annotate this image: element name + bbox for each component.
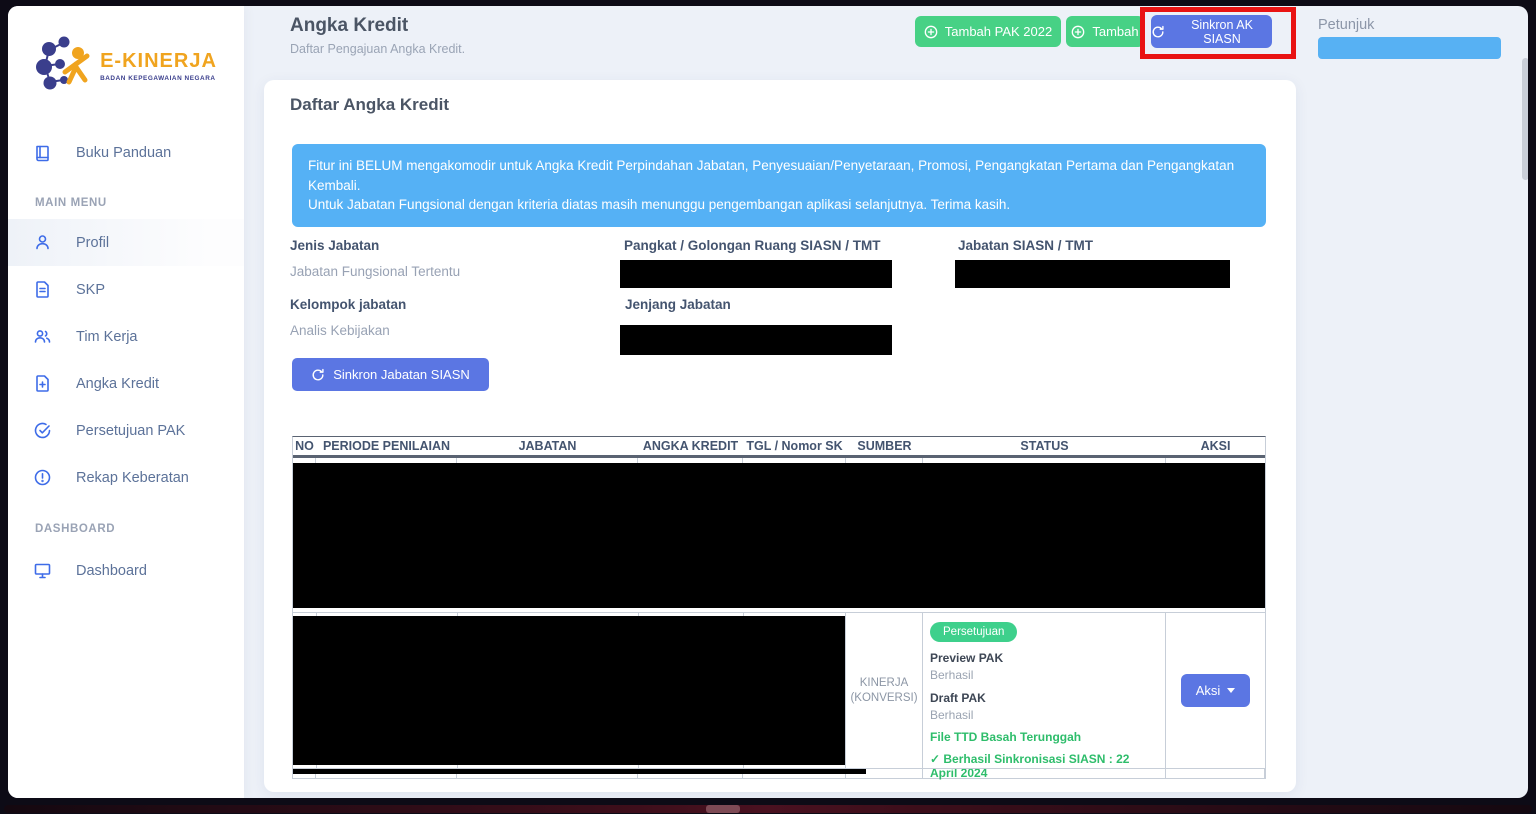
kelompok-jabatan-value: Analis Kebijakan	[290, 323, 390, 338]
card-title: Daftar Angka Kredit	[290, 95, 449, 115]
window-frame-notch	[706, 805, 740, 813]
document-icon	[33, 280, 52, 299]
sidebar-item-label: Angka Kredit	[76, 376, 159, 392]
column-header-tgl-nomor-sk: TGL / Nomor SK	[743, 439, 846, 453]
main-content-card: Daftar Angka Kredit Fitur ini BELUM meng…	[264, 80, 1296, 792]
scrollbar-thumb[interactable]	[1522, 58, 1528, 180]
sidebar-item-label: Rekap Keberatan	[76, 470, 189, 486]
sidebar-item-buku-panduan[interactable]: Buku Panduan	[8, 133, 244, 173]
table-row: KINERJA (KONVERSI) Persetujuan Preview P…	[293, 612, 1265, 768]
logo-subtitle: BADAN KEPEGAWAIAN NEGARA	[100, 75, 217, 82]
column-header-jabatan: JABATAN	[457, 439, 638, 453]
sumber-cell: KINERJA (KONVERSI)	[846, 613, 923, 768]
chevron-down-icon	[1227, 688, 1235, 693]
column-header-no: NO	[293, 439, 316, 453]
column-header-angka-kredit: ANGKA KREDIT	[638, 439, 743, 453]
sidebar-item-label: Persetujuan PAK	[76, 423, 185, 439]
page-subtitle: Daftar Pengajuan Angka Kredit.	[290, 42, 465, 56]
app-logo: E-KINERJA BADAN KEPEGAWAIAN NEGARA	[8, 6, 244, 126]
column-header-periode: PERIODE PENILAIAN	[316, 439, 457, 453]
sidebar-item-dashboard[interactable]: Dashboard	[8, 547, 244, 594]
aksi-cell: Aksi	[1166, 613, 1265, 768]
sidebar-section-main-menu: MAIN MENU	[8, 197, 244, 209]
preview-pak-label: Preview PAK	[930, 651, 1158, 665]
logo-title: E-KINERJA	[100, 50, 217, 73]
table-grid-lines	[293, 458, 1265, 463]
preview-pak-value: Berhasil	[930, 668, 1158, 682]
sidebar-item-label: Buku Panduan	[76, 145, 171, 161]
redacted-pangkat-value	[620, 260, 892, 288]
jenis-jabatan-value: Jabatan Fungsional Tertentu	[290, 264, 460, 279]
table-bottom-row	[293, 768, 1265, 778]
jenjang-jabatan-label: Jenjang Jabatan	[625, 297, 731, 312]
refresh-icon	[1151, 25, 1165, 39]
app-window: E-KINERJA BADAN KEPEGAWAIAN NEGARA Buku …	[8, 6, 1528, 798]
sidebar-item-label: SKP	[76, 282, 105, 298]
jenis-jabatan-label: Jenis Jabatan	[290, 238, 379, 253]
sidebar-item-angka-kredit[interactable]: Angka Kredit	[8, 360, 244, 407]
check-circle-icon	[33, 421, 52, 440]
notice-line-1: Fitur ini BELUM mengakomodir untuk Angka…	[308, 156, 1250, 195]
kelompok-jabatan-label: Kelompok jabatan	[290, 297, 406, 312]
sidebar-section-dashboard: DASHBOARD	[8, 523, 244, 535]
redacted-table-rows	[293, 463, 1265, 608]
button-label: Sinkron AK SIASN	[1172, 18, 1272, 46]
window-frame-bottom-accent	[4, 805, 1532, 813]
button-label: Tambah	[1092, 24, 1138, 39]
table-header-row: NO PERIODE PENILAIAN JABATAN ANGKA KREDI…	[293, 437, 1265, 458]
sidebar-item-skp[interactable]: SKP	[8, 266, 244, 313]
tambah-pak-2022-button[interactable]: Tambah PAK 2022	[915, 16, 1061, 47]
jabatan-siasn-label: Jabatan SIASN / TMT	[958, 238, 1093, 253]
tambah-button[interactable]: Tambah	[1066, 16, 1144, 47]
sidebar-item-label: Dashboard	[76, 563, 147, 579]
ekinerja-logo-icon	[35, 34, 91, 98]
redacted-strip	[293, 769, 866, 774]
sumber-value: KINERJA	[860, 677, 909, 689]
sidebar-item-label: Tim Kerja	[76, 329, 138, 345]
sidebar-item-persetujuan-pak[interactable]: Persetujuan PAK	[8, 407, 244, 454]
sinkron-jabatan-siasn-button[interactable]: Sinkron Jabatan SIASN	[292, 358, 489, 391]
monitor-icon	[33, 561, 52, 580]
status-badge: Persetujuan	[930, 622, 1017, 642]
status-cell: Persetujuan Preview PAK Berhasil Draft P…	[923, 613, 1166, 768]
redacted-jabatan-siasn-value	[955, 260, 1230, 288]
redacted-jenjang-jabatan-value	[620, 325, 892, 355]
button-label: Aksi	[1196, 683, 1221, 698]
refresh-icon	[311, 368, 325, 382]
aksi-dropdown-button[interactable]: Aksi	[1181, 674, 1251, 707]
file-plus-icon	[33, 374, 52, 393]
sidebar-item-rekap-keberatan[interactable]: Rekap Keberatan	[8, 454, 244, 501]
sidebar-item-profil[interactable]: Profil	[8, 219, 244, 266]
notice-line-2: Untuk Jabatan Fungsional dengan kriteria…	[308, 195, 1250, 215]
plus-circle-icon	[924, 25, 938, 39]
users-icon	[33, 327, 52, 346]
button-label: Sinkron Jabatan SIASN	[333, 367, 470, 382]
sinkron-ak-siasn-button[interactable]: Sinkron AK SIASN	[1151, 15, 1272, 48]
column-header-aksi: AKSI	[1166, 439, 1265, 453]
file-ttd-status: File TTD Basah Terunggah	[930, 730, 1158, 744]
draft-pak-label: Draft PAK	[930, 691, 1158, 705]
sidebar-item-label: Profil	[76, 235, 109, 251]
column-header-sumber: SUMBER	[846, 439, 923, 453]
draft-pak-value: Berhasil	[930, 708, 1158, 722]
petunjuk-label: Petunjuk	[1318, 17, 1374, 33]
column-header-status: STATUS	[923, 439, 1166, 453]
user-icon	[33, 233, 52, 252]
sumber-value: (KONVERSI)	[850, 692, 917, 704]
sidebar-item-tim-kerja[interactable]: Tim Kerja	[8, 313, 244, 360]
redacted-row-cells	[293, 613, 846, 768]
plus-circle-icon	[1071, 25, 1085, 39]
button-label: Tambah PAK 2022	[945, 24, 1052, 39]
angka-kredit-table: NO PERIODE PENILAIAN JABATAN ANGKA KREDI…	[292, 436, 1266, 779]
book-icon	[33, 144, 52, 163]
petunjuk-bar[interactable]	[1318, 37, 1501, 59]
alert-circle-icon	[33, 468, 52, 487]
notice-banner: Fitur ini BELUM mengakomodir untuk Angka…	[292, 144, 1266, 227]
sidebar: E-KINERJA BADAN KEPEGAWAIAN NEGARA Buku …	[8, 6, 244, 798]
page-title: Angka Kredit	[290, 15, 408, 37]
pangkat-label: Pangkat / Golongan Ruang SIASN / TMT	[624, 238, 881, 253]
